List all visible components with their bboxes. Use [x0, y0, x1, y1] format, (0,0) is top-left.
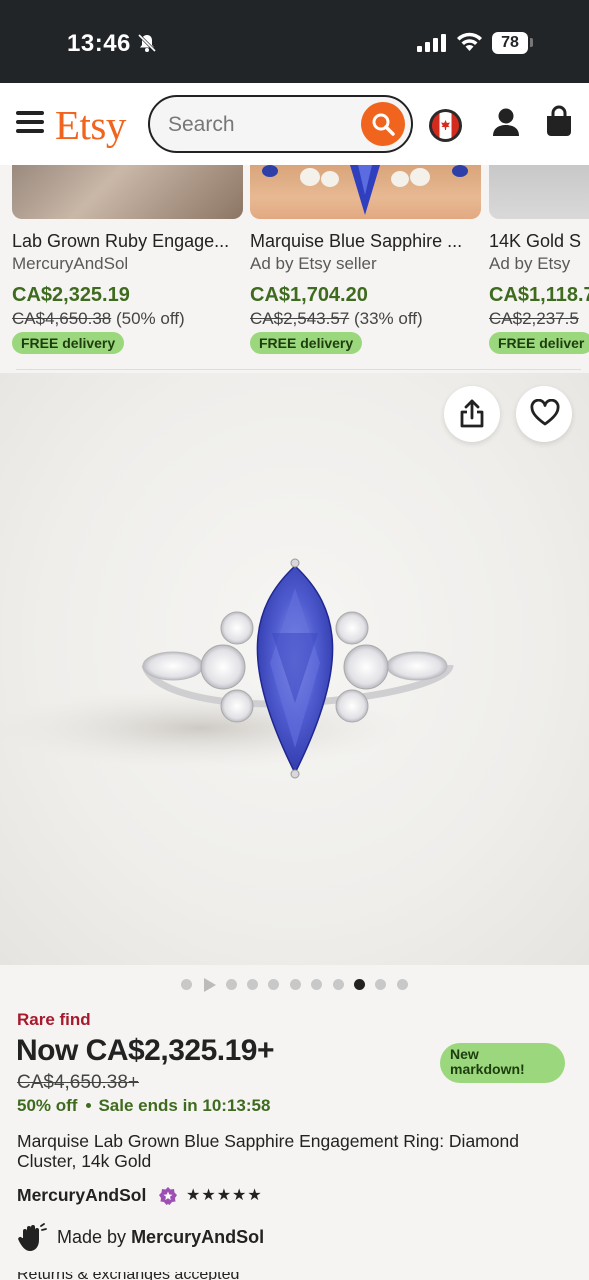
gallery-dot[interactable]: [226, 979, 237, 990]
gallery-dot-active[interactable]: [354, 979, 365, 990]
cart-icon[interactable]: [543, 105, 575, 139]
gallery-dot[interactable]: [268, 979, 279, 990]
sapphire-ring-image: [0, 558, 454, 779]
share-button[interactable]: [444, 386, 500, 442]
gallery-dot[interactable]: [181, 979, 192, 990]
favorite-button[interactable]: [516, 386, 572, 442]
gallery-dot[interactable]: [333, 979, 344, 990]
related-item-price: CA$1,704.20: [250, 284, 368, 306]
heart-icon: [530, 399, 560, 426]
sale-countdown: Sale ends in 10:13:58: [98, 1096, 271, 1115]
free-delivery-badge: FREE delivery: [250, 332, 363, 354]
related-item-card[interactable]: Marquise Blue Sapphire ... Ad by Etsy se…: [250, 165, 482, 354]
search-bar[interactable]: Search: [148, 95, 413, 153]
listing-image[interactable]: [0, 373, 589, 965]
region-selector[interactable]: [429, 109, 462, 142]
related-item-original-price: CA$4,650.38 (50% off): [12, 309, 185, 328]
gallery-dot[interactable]: [247, 979, 258, 990]
related-item-card[interactable]: 14K Gold S Ad by Etsy CA$1,118.7 CA$2,23…: [489, 165, 589, 354]
related-items-carousel[interactable]: Lab Grown Ruby Engage... MercuryAndSol C…: [0, 165, 589, 370]
free-delivery-badge: FREE delivery: [12, 332, 125, 354]
canada-flag-icon: [432, 112, 459, 139]
video-play-icon[interactable]: [204, 978, 216, 992]
search-input[interactable]: Search: [168, 113, 235, 137]
search-icon: [372, 113, 395, 136]
related-item-title[interactable]: 14K Gold S: [489, 231, 589, 252]
made-by-shop-link[interactable]: MercuryAndSol: [131, 1227, 264, 1247]
ring-thumbnail: [262, 165, 468, 215]
gallery-dot[interactable]: [311, 979, 322, 990]
menu-icon[interactable]: [16, 111, 44, 135]
bell-muted-icon: [137, 33, 157, 53]
related-item-price: CA$1,118.7: [489, 284, 589, 306]
account-icon[interactable]: [490, 106, 522, 140]
app-header: Etsy Search: [0, 83, 589, 165]
wifi-icon: [457, 32, 482, 51]
shop-name-link[interactable]: MercuryAndSol: [17, 1185, 146, 1206]
related-item-image[interactable]: [12, 165, 243, 219]
gallery-dot[interactable]: [375, 979, 386, 990]
related-item-seller: MercuryAndSol: [12, 254, 129, 273]
battery-tip: [530, 38, 533, 47]
battery-indicator: 78: [492, 32, 528, 54]
made-by-text: Made by MercuryAndSol: [57, 1227, 265, 1247]
gallery-dot[interactable]: [290, 979, 301, 990]
listing-title: Marquise Lab Grown Blue Sapphire Engagem…: [17, 1131, 519, 1171]
handmade-hand-icon: [18, 1223, 47, 1251]
section-divider: [16, 369, 581, 370]
sale-info: 50% off Sale ends in 10:13:58: [17, 1096, 270, 1116]
status-time: 13:46: [67, 30, 131, 57]
status-bar: 13:46 78: [0, 0, 589, 83]
rare-find-label: Rare find: [17, 1010, 91, 1029]
discount-percent: 50% off: [17, 1096, 78, 1115]
related-item-image[interactable]: [489, 165, 589, 219]
etsy-logo[interactable]: Etsy: [55, 101, 126, 149]
related-item-original-price: CA$2,543.57 (33% off): [250, 309, 423, 328]
star-seller-badge-icon: [159, 1187, 177, 1205]
original-price: CA$4,650.38+: [17, 1072, 140, 1093]
related-item-seller: Ad by Etsy seller: [250, 254, 377, 273]
related-item-card[interactable]: Lab Grown Ruby Engage... MercuryAndSol C…: [12, 165, 244, 354]
related-item-price: CA$2,325.19: [12, 284, 130, 306]
share-icon: [460, 399, 484, 428]
returns-line-partial: Returns & exchanges accepted: [17, 1272, 317, 1280]
related-item-seller: Ad by Etsy: [489, 254, 571, 273]
current-price: Now CA$2,325.19+: [16, 1034, 274, 1067]
related-item-original-price: CA$2,237.5: [489, 309, 579, 328]
search-button[interactable]: [361, 102, 405, 146]
related-item-image[interactable]: [250, 165, 481, 219]
related-item-title[interactable]: Lab Grown Ruby Engage...: [12, 231, 244, 252]
rating-stars[interactable]: ★★★★★: [186, 1185, 263, 1205]
gallery-dot[interactable]: [397, 979, 408, 990]
free-delivery-badge: FREE deliver: [489, 332, 589, 354]
new-markdown-badge: New markdown!: [440, 1043, 565, 1083]
related-item-title[interactable]: Marquise Blue Sapphire ...: [250, 231, 482, 252]
signal-icon: [417, 34, 446, 52]
